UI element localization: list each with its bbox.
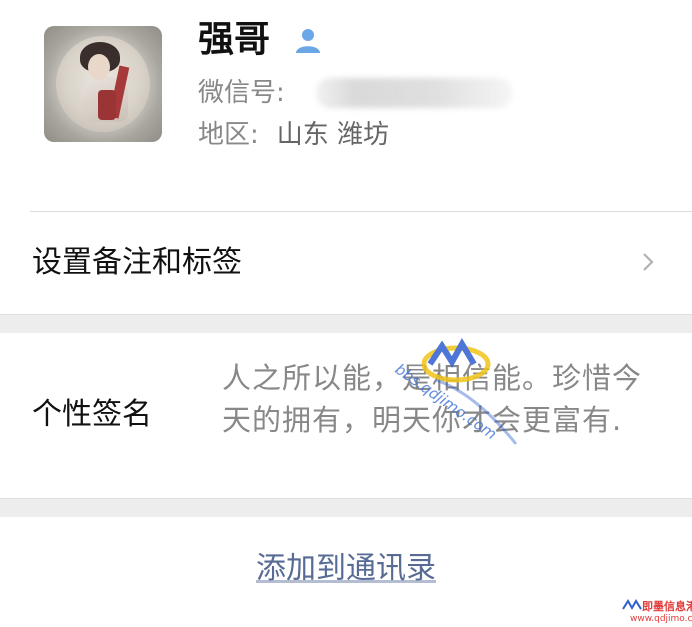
wechat-id-label: 微信号: bbox=[198, 78, 285, 108]
region-line: 地区: 山东 潍坊 bbox=[198, 118, 389, 152]
region-label: 地区: bbox=[198, 120, 259, 150]
corner-watermark-url: www.qdjimo.com bbox=[630, 614, 692, 624]
add-contact-row: 添加到通讯录 bbox=[0, 517, 692, 627]
set-remarks-label: 设置备注和标签 bbox=[32, 245, 242, 280]
wechat-id-line: 微信号: bbox=[198, 76, 285, 110]
contact-name: 强哥 bbox=[198, 19, 271, 60]
avatar-figure-face bbox=[88, 54, 110, 80]
wechat-id-blurred-value bbox=[316, 78, 512, 108]
avatar-figure-accent-2 bbox=[98, 90, 116, 120]
profile-card: 强哥 微信号: 地区: 山东 潍坊 bbox=[0, 0, 692, 212]
chevron-right-icon bbox=[643, 253, 654, 271]
person-icon bbox=[296, 29, 320, 53]
section-separator bbox=[0, 314, 692, 334]
add-to-contacts-button[interactable]: 添加到通讯录 bbox=[0, 549, 692, 589]
corner-logo-icon bbox=[622, 599, 642, 611]
signature-row: 个性签名 人之所以能，是相信能。珍惜今天的拥有，明天你才会更富有. bbox=[0, 333, 692, 498]
signature-label: 个性签名 bbox=[32, 397, 152, 432]
set-remarks-and-tags-row[interactable]: 设置备注和标签 bbox=[0, 212, 692, 314]
section-separator bbox=[0, 498, 692, 518]
corner-watermark-text: 即墨信息港 bbox=[642, 600, 692, 613]
region-value: 山东 潍坊 bbox=[276, 120, 390, 150]
avatar[interactable] bbox=[44, 26, 162, 142]
